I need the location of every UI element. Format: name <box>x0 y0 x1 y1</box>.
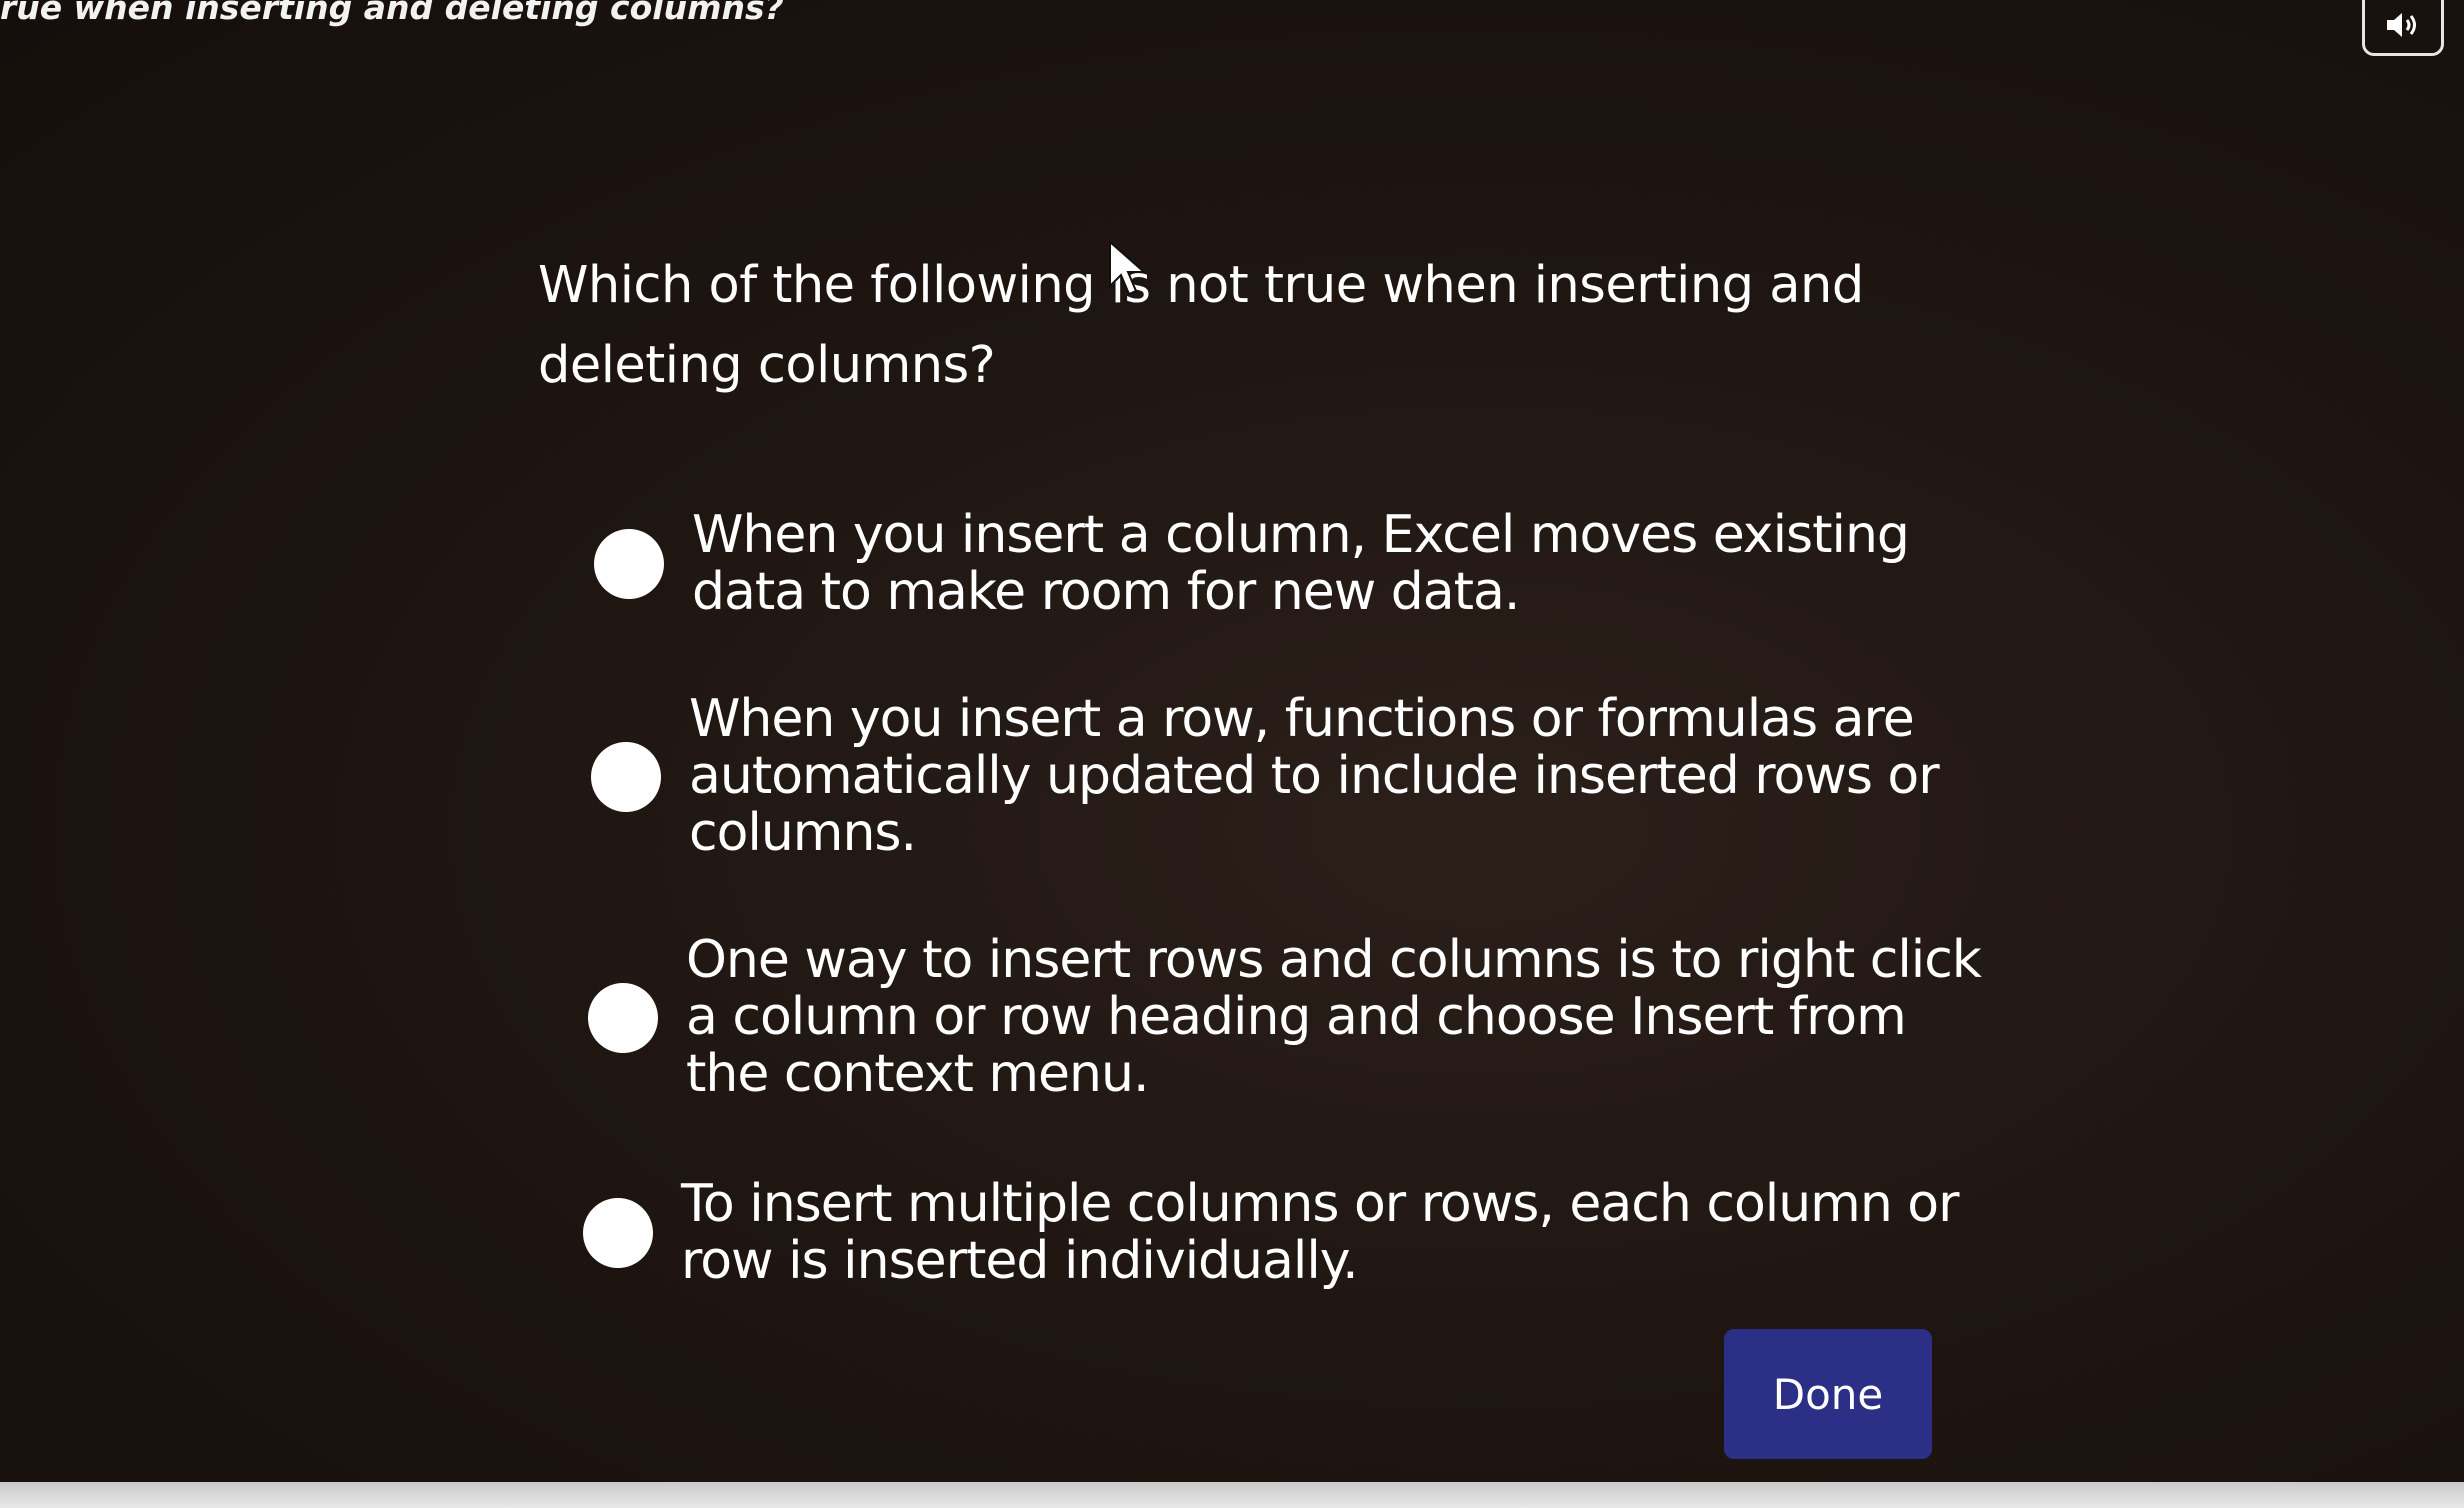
answer-option[interactable]: One way to insert rows and columns is to… <box>588 932 1986 1103</box>
radio-button[interactable] <box>583 1198 653 1268</box>
audio-button[interactable] <box>2362 0 2444 56</box>
screen-bottom-edge <box>0 1482 2464 1508</box>
answer-option[interactable]: To insert multiple columns or rows, each… <box>583 1176 1981 1290</box>
radio-button[interactable] <box>591 741 661 812</box>
answer-option-label: One way to insert rows and columns is to… <box>686 930 1982 1104</box>
radio-button[interactable] <box>588 982 658 1053</box>
answer-option-label: When you insert a column, Excel moves ex… <box>692 505 1910 622</box>
answer-option[interactable]: When you insert a row, functions or form… <box>591 691 1989 862</box>
answer-option[interactable]: When you insert a column, Excel moves ex… <box>594 507 1992 621</box>
page-header-title: rue when inserting and deleting columns? <box>0 0 784 27</box>
answer-option-label: To insert multiple columns or rows, each… <box>681 1174 1960 1291</box>
answer-option-label: When you insert a row, functions or form… <box>689 689 1940 863</box>
mouse-cursor-icon <box>1108 239 1152 302</box>
question-text: Which of the following is not true when … <box>538 256 1864 395</box>
done-button[interactable]: Done <box>1724 1329 1932 1459</box>
speaker-icon <box>2383 10 2423 44</box>
radio-button[interactable] <box>594 529 664 599</box>
